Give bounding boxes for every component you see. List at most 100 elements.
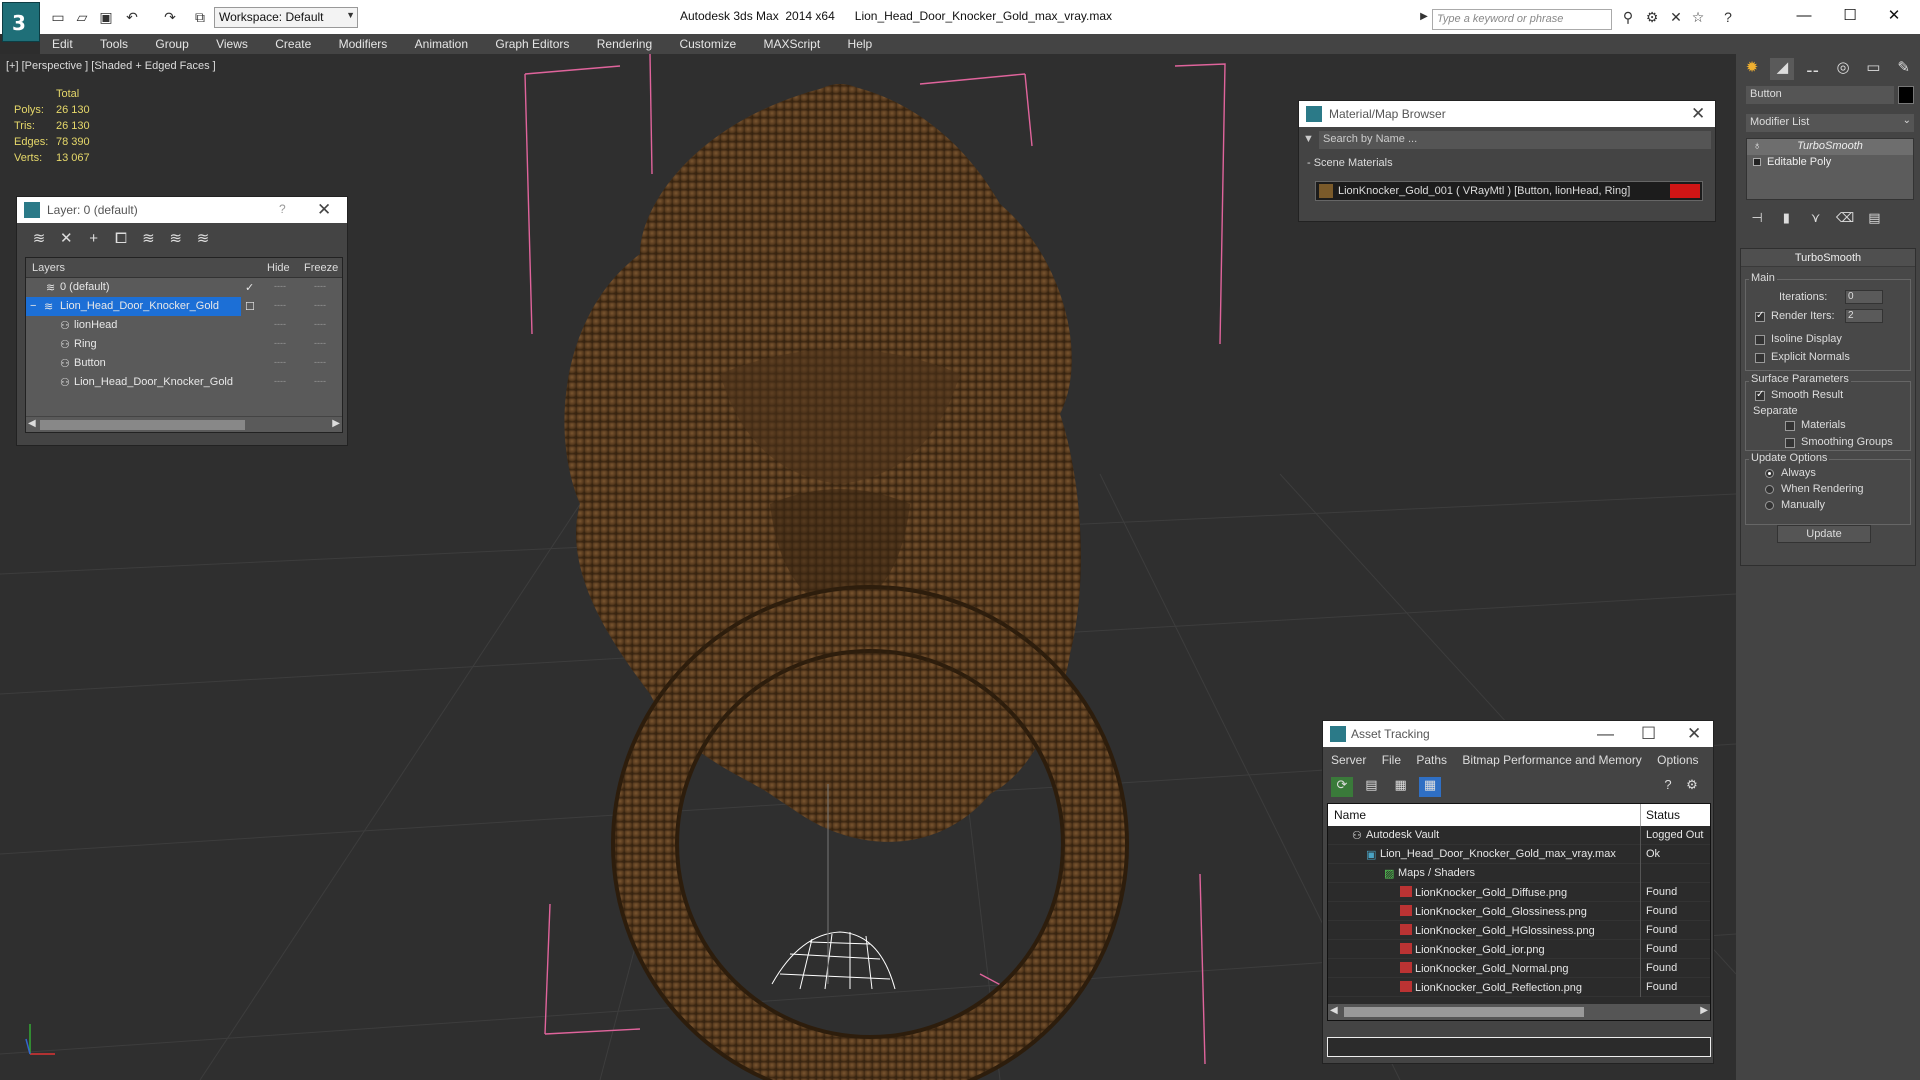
explicit-normals-checkbox[interactable] [1755,353,1765,363]
help-icon[interactable]: ? [279,202,286,216]
menu-rendering[interactable]: Rendering [585,34,664,51]
horizontal-scrollbar[interactable]: ◀ ▶ [26,416,342,432]
col-name[interactable]: Name [1334,808,1366,822]
hide-all-icon[interactable]: ≋ [164,229,188,247]
modifier-turbosmooth[interactable]: ♁ TurboSmooth [1747,139,1913,155]
menu-group[interactable]: Group [143,34,200,51]
app-menu-button[interactable]: 3 [2,2,40,42]
menu-maxscript[interactable]: MAXScript [752,34,833,51]
collapse-icon[interactable]: − [30,300,36,312]
asset-row[interactable]: LionKnocker_Gold_ior.png Found [1328,940,1710,959]
layer-object-row[interactable]: ⚇ Button ---- ---- [26,354,342,373]
minimize-icon[interactable]: — [1794,6,1814,26]
refresh-icon[interactable]: ⟳ [1331,777,1353,797]
col-hide[interactable]: Hide [267,262,290,274]
pin-stack-icon[interactable]: ⊣ [1744,210,1770,226]
layer-object-row[interactable]: ⚇ Lion_Head_Door_Knocker_Gold ---- ---- [26,373,342,392]
modify-tab-icon[interactable]: ◢ [1770,58,1795,80]
hide-toggle[interactable]: ---- [274,338,286,348]
browser-options-icon[interactable]: ▼ [1303,133,1314,145]
list-view-icon[interactable]: ▤ [1360,777,1382,797]
workspace-dropdown[interactable]: Workspace: Default ▼ [214,7,358,28]
freeze-toggle[interactable]: ---- [314,376,326,386]
close-icon[interactable]: ✕ [1687,724,1701,744]
isoline-display-checkbox[interactable] [1755,335,1765,345]
create-tab-icon[interactable]: ✹ [1740,58,1764,80]
favorites-star-icon[interactable]: ☆ [1690,9,1706,25]
new-layer-icon[interactable]: ≋ [27,229,51,247]
object-color-swatch[interactable] [1898,86,1914,104]
material-browser-titlebar[interactable]: Material/Map Browser ✕ [1299,101,1715,127]
freeze-toggle[interactable]: ---- [314,319,326,329]
turbosmooth-rollout-title[interactable]: TurboSmooth [1741,249,1915,267]
material-search-input[interactable]: Search by Name ... [1319,131,1711,149]
asset-row[interactable]: ▨ Maps / Shaders [1328,864,1710,883]
vault-help-icon[interactable]: ? [1657,777,1679,797]
asset-row[interactable]: LionKnocker_Gold_Diffuse.png Found [1328,883,1710,902]
close-icon[interactable]: ✕ [1691,104,1705,124]
select-objects-icon[interactable]: ⧠ [109,230,133,247]
remove-modifier-icon[interactable]: ⌫ [1832,210,1858,226]
modifier-editable-poly[interactable]: Editable Poly [1747,155,1913,171]
current-layer-box-icon[interactable]: ☐ [245,300,255,313]
smooth-result-checkbox[interactable] [1755,389,1765,401]
asset-row[interactable]: LionKnocker_Gold_HGlossiness.png Found [1328,921,1710,940]
col-status[interactable]: Status [1646,808,1680,822]
object-name-field[interactable]: Button [1746,86,1894,104]
render-iters-spinner[interactable]: 2 [1845,309,1883,323]
horizontal-scrollbar[interactable]: ◀ ▶ [1328,1004,1710,1020]
freeze-toggle[interactable]: ---- [314,300,326,310]
layer-panel-titlebar[interactable]: Layer: 0 (default) ? ✕ [17,197,347,223]
minimize-icon[interactable]: — [1597,724,1614,744]
expand-icon[interactable] [1753,158,1761,166]
table-view-icon[interactable]: ▦ [1419,777,1442,797]
iterations-spinner[interactable]: 0 [1845,290,1883,304]
display-tab-icon[interactable]: ▭ [1861,58,1885,80]
menu-edit[interactable]: Edit [40,34,85,51]
menu-options[interactable]: Options [1657,753,1698,767]
hide-toggle[interactable]: ---- [274,357,286,367]
scroll-left-icon[interactable]: ◀ [1330,1005,1338,1016]
asset-row[interactable]: LionKnocker_Gold_Reflection.png Found [1328,978,1710,997]
materials-checkbox[interactable] [1785,421,1795,431]
maximize-icon[interactable]: ☐ [1840,6,1860,26]
menu-server[interactable]: Server [1331,753,1366,767]
menu-views[interactable]: Views [204,34,260,51]
delete-layer-icon[interactable]: ✕ [54,229,78,247]
modifier-list-dropdown[interactable]: Modifier List ⌄ [1746,114,1914,132]
expand-arrow-icon[interactable]: ▶ [1416,9,1432,25]
menu-bitmap-performance[interactable]: Bitmap Performance and Memory [1462,753,1641,767]
save-icon[interactable]: ▣ [98,9,114,25]
redo-icon[interactable]: ↷ [162,9,178,25]
project-folder-icon[interactable]: ⧉ [192,9,208,25]
scrollbar-thumb[interactable] [1344,1007,1584,1017]
menu-create[interactable]: Create [263,34,323,51]
col-layers[interactable]: Layers [32,262,65,274]
highlight-layer-icon[interactable]: ≋ [136,229,160,247]
render-iters-checkbox[interactable] [1755,310,1765,322]
layer-object-row[interactable]: ⚇ lionHead ---- ---- [26,316,342,335]
make-unique-icon[interactable]: ⋎ [1803,210,1829,226]
undo-icon[interactable]: ↶ [124,9,140,25]
hide-toggle[interactable]: ---- [274,376,286,386]
hierarchy-tab-icon[interactable]: ⚋ [1801,58,1825,80]
layer-row-selected[interactable]: − ≋ Lion_Head_Door_Knocker_Gold ☐ ---- -… [26,297,342,316]
binoculars-icon[interactable]: ⚲ [1620,9,1636,25]
menu-file[interactable]: File [1382,753,1401,767]
layer-row[interactable]: ≋ 0 (default) ✓ ---- ---- [26,278,342,297]
when-rendering-radio[interactable] [1765,485,1774,494]
smoothing-groups-checkbox[interactable] [1785,438,1795,448]
new-file-icon[interactable]: ▭ [50,9,66,25]
asset-row[interactable]: ⚇ Autodesk Vault Logged Out [1328,826,1710,845]
menu-modifiers[interactable]: Modifiers [327,34,400,51]
add-to-layer-icon[interactable]: + [82,230,106,247]
menu-paths[interactable]: Paths [1416,753,1447,767]
scene-materials-group[interactable]: - Scene Materials [1307,157,1393,169]
asset-tracking-titlebar[interactable]: Asset Tracking — ☐ ✕ [1323,721,1713,747]
detail-view-icon[interactable]: ▦ [1390,777,1412,797]
lightbulb-icon[interactable]: ♁ [1753,140,1761,152]
asset-row[interactable]: ▣ Lion_Head_Door_Knocker_Gold_max_vray.m… [1328,845,1710,864]
menu-animation[interactable]: Animation [403,34,480,51]
motion-tab-icon[interactable]: ◎ [1831,58,1855,80]
scrollbar-thumb[interactable] [40,420,245,430]
